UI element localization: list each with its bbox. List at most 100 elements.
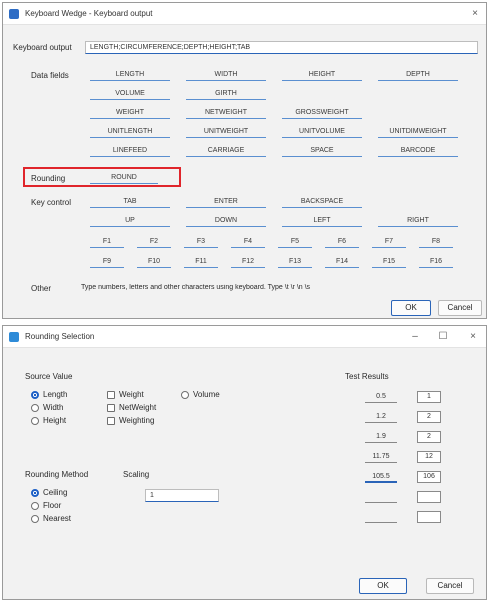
weighting-label: Weighting	[119, 416, 155, 425]
dialog-title: Keyboard Wedge - Keyboard output	[25, 9, 153, 18]
test-input-field[interactable]: 1.2	[365, 411, 397, 423]
key-token-f16[interactable]: F16	[416, 256, 456, 268]
key-token-backspace-text: BACKSPACE	[300, 198, 344, 205]
field-token-linefeed[interactable]: LINEFEED	[87, 145, 173, 157]
dialog-title: Rounding Selection	[25, 332, 95, 341]
key-token-down[interactable]: DOWN	[183, 215, 269, 227]
field-token-carriage[interactable]: CARRIAGE	[183, 145, 269, 157]
key-token-f13-text: F13	[288, 258, 302, 265]
field-token-length[interactable]: LENGTH	[87, 69, 173, 81]
data-fields-label: Data fields	[31, 71, 69, 80]
nearest-radio[interactable]	[31, 515, 39, 523]
field-token-grossweight[interactable]: GROSSWEIGHT	[279, 107, 365, 119]
field-token-space[interactable]: SPACE	[279, 145, 365, 157]
test-input-field[interactable]	[365, 511, 397, 523]
key-token-f11[interactable]: F11	[181, 256, 221, 268]
source-value-label: Source Value	[25, 372, 73, 381]
field-token-width[interactable]: WIDTH	[183, 69, 269, 81]
field-token-depth[interactable]: DEPTH	[375, 69, 461, 81]
key-token-f3-text: F3	[196, 238, 206, 245]
key-token-f2[interactable]: F2	[134, 236, 174, 248]
test-input-field[interactable]	[365, 491, 397, 503]
field-token-unitweight[interactable]: UNITWEIGHT	[183, 126, 269, 138]
volume-radio[interactable]	[181, 391, 189, 399]
scaling-input[interactable]: 1	[145, 489, 219, 502]
key-token-f13[interactable]: F13	[275, 256, 315, 268]
test-result-value: 1	[417, 391, 441, 403]
test-input-field[interactable]: 105.5	[365, 471, 397, 483]
ceiling-radio[interactable]	[31, 489, 39, 497]
test-input-field[interactable]: 0.5	[365, 391, 397, 403]
height-label: Height	[43, 416, 67, 425]
rounding-selection-dialog: Rounding Selection – ☐ × Source Value Le…	[2, 325, 487, 600]
keyboard-output-label: Keyboard output	[13, 43, 72, 52]
field-token-unitlength-text: UNITLENGTH	[107, 128, 153, 135]
field-token-girth-text: GIRTH	[215, 90, 237, 97]
key-token-f9[interactable]: F9	[87, 256, 127, 268]
floor-radio[interactable]	[31, 502, 39, 510]
netweight-checkbox[interactable]	[107, 404, 115, 412]
highlight-box	[23, 167, 181, 187]
weight-checkbox[interactable]	[107, 391, 115, 399]
key-token-f11-text: F11	[195, 258, 207, 265]
key-token-right[interactable]: RIGHT	[375, 215, 461, 227]
key-token-f1[interactable]: F1	[87, 236, 127, 248]
test-input-field[interactable]: 11.75	[365, 451, 397, 463]
key-token-f6[interactable]: F6	[322, 236, 362, 248]
height-radio[interactable]	[31, 417, 39, 425]
ceiling-label: Ceiling	[43, 488, 68, 497]
field-token-width-text: WIDTH	[214, 71, 238, 78]
ok-button[interactable]: OK	[391, 300, 431, 316]
key-token-tab[interactable]: TAB	[87, 196, 173, 208]
close-icon[interactable]: ×	[464, 329, 482, 345]
weighting-checkbox[interactable]	[107, 417, 115, 425]
ok-button[interactable]: OK	[359, 578, 407, 594]
field-token-barcode[interactable]: BARCODE	[375, 145, 461, 157]
key-token-f4[interactable]: F4	[228, 236, 268, 248]
key-token-f12[interactable]: F12	[228, 256, 268, 268]
title-bar: Rounding Selection – ☐ ×	[3, 326, 486, 348]
field-token-netweight[interactable]: NETWEIGHT	[183, 107, 269, 119]
test-input-field[interactable]: 1.9	[365, 431, 397, 443]
cancel-button[interactable]: Cancel	[426, 578, 474, 594]
key-token-f2-text: F2	[149, 238, 159, 245]
key-token-f5[interactable]: F5	[275, 236, 315, 248]
field-token-unitvolume[interactable]: UNITVOLUME	[279, 126, 365, 138]
length-radio[interactable]	[31, 391, 39, 399]
minimize-icon[interactable]: –	[406, 329, 424, 345]
key-token-up[interactable]: UP	[87, 215, 173, 227]
field-token-height[interactable]: HEIGHT	[279, 69, 365, 81]
key-token-f12-text: F12	[241, 258, 255, 265]
field-token-space-text: SPACE	[310, 147, 334, 154]
key-token-left[interactable]: LEFT	[279, 215, 365, 227]
key-token-f7-text: F7	[384, 238, 394, 245]
key-token-up-text: UP	[125, 217, 135, 224]
width-radio[interactable]	[31, 404, 39, 412]
keyboard-output-field[interactable]: LENGTH;CIRCUMFERENCE;DEPTH;HEIGHT;TAB	[85, 41, 478, 54]
width-label: Width	[43, 403, 64, 412]
field-token-weight[interactable]: WEIGHT	[87, 107, 173, 119]
field-token-barcode-text: BARCODE	[400, 147, 436, 154]
field-token-volume[interactable]: VOLUME	[87, 88, 173, 100]
field-token-girth[interactable]: GIRTH	[183, 88, 269, 100]
field-token-linefeed-text: LINEFEED	[112, 147, 148, 154]
key-token-f14-text: F14	[335, 258, 349, 265]
maximize-icon[interactable]: ☐	[434, 329, 452, 345]
cancel-button[interactable]: Cancel	[438, 300, 482, 316]
key-token-f5-text: F5	[290, 238, 300, 245]
key-token-f14[interactable]: F14	[322, 256, 362, 268]
key-token-f15[interactable]: F15	[369, 256, 409, 268]
key-token-f4-text: F4	[243, 238, 253, 245]
test-result-value	[417, 491, 441, 503]
field-token-volume-text: VOLUME	[115, 90, 145, 97]
key-token-enter[interactable]: ENTER	[183, 196, 269, 208]
key-token-f10[interactable]: F10	[134, 256, 174, 268]
key-token-f8[interactable]: F8	[416, 236, 456, 248]
key-token-f7[interactable]: F7	[369, 236, 409, 248]
title-bar: Keyboard Wedge - Keyboard output ×	[3, 3, 486, 25]
key-token-backspace[interactable]: BACKSPACE	[279, 196, 365, 208]
field-token-unitdimweight[interactable]: UNITDIMWEIGHT	[375, 126, 461, 138]
close-icon[interactable]: ×	[466, 6, 484, 22]
key-token-f3[interactable]: F3	[181, 236, 221, 248]
field-token-unitlength[interactable]: UNITLENGTH	[87, 126, 173, 138]
